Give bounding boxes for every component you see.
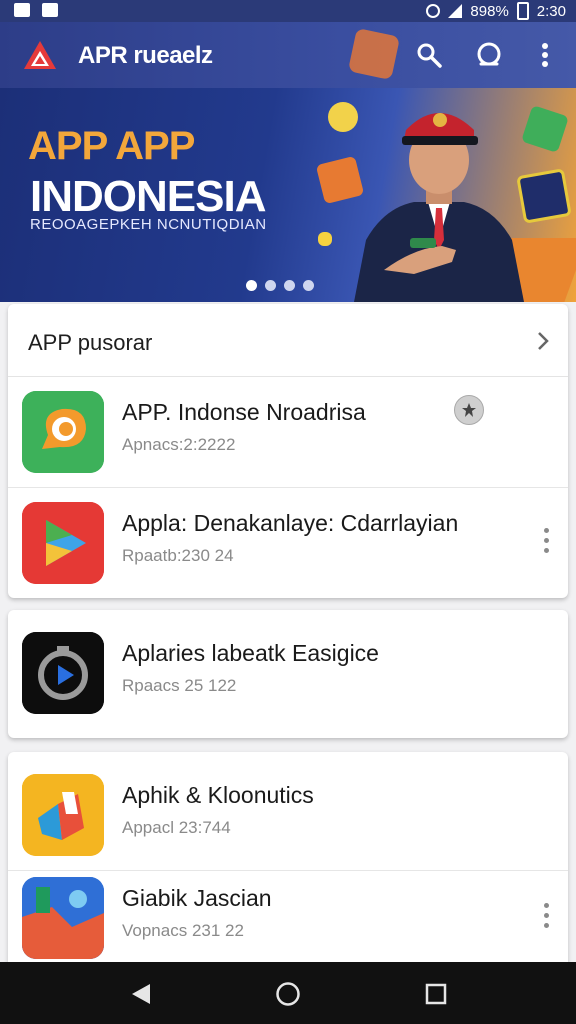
- status-badge[interactable]: [454, 395, 484, 425]
- home-circle-icon: [276, 982, 300, 1006]
- camera-play-icon: [22, 632, 104, 714]
- notification-icons: [14, 3, 58, 17]
- shapes-logo-icon: [22, 774, 104, 856]
- app-list-card: APP pusorar APP. Indonse Nroadrisa Apnac…: [8, 304, 568, 598]
- carousel-dot[interactable]: [246, 280, 257, 291]
- alarm-icon: [426, 4, 441, 18]
- app-title: APR rueaelz: [78, 42, 213, 69]
- banner-person-illustration: [354, 113, 524, 302]
- carousel-indicator[interactable]: [246, 280, 314, 291]
- account-button[interactable]: [474, 40, 504, 70]
- confetti-decoration: [318, 232, 332, 246]
- app-meta: Vopnacs 231 22: [122, 921, 244, 940]
- overflow-menu-button[interactable]: [532, 40, 558, 70]
- section-header[interactable]: APP pusorar: [8, 304, 568, 377]
- maps-style-icon: [22, 877, 104, 959]
- banner-headline-1: APP APP: [28, 124, 195, 168]
- more-vert-icon: [542, 43, 548, 67]
- notification-icon: [14, 3, 30, 17]
- chat-bubble-icon: [22, 391, 104, 473]
- app-name: Aplaries labeatk Easigice: [122, 640, 379, 666]
- app-icon: [22, 502, 104, 584]
- banner-subtitle: REOOAGEPKEH NCNUTIQDIAN: [30, 216, 267, 233]
- decorative-tile: [347, 27, 401, 81]
- carousel-dot[interactable]: [284, 280, 295, 291]
- signal-icon: [448, 4, 463, 18]
- app-list-card: Aplaries labeatk Easigice Rpaacs 25 122: [8, 610, 568, 738]
- app-icon: [22, 391, 104, 473]
- app-list-card: Aphik & Kloonutics Appacl 23:744 Giabik …: [8, 752, 568, 982]
- app-meta: Apnacs:2:2222: [122, 435, 236, 454]
- list-item[interactable]: Giabik Jascian Vopnacs 231 22: [8, 863, 568, 973]
- app-name: Appla: Denakanlaye: Cdarrlayian: [122, 510, 459, 536]
- search-button[interactable]: [414, 40, 444, 70]
- app-bar: APR rueaelz: [0, 22, 576, 88]
- section-title: APP pusorar: [28, 330, 153, 355]
- app-icon: [22, 877, 104, 959]
- app-meta: Rpaatb:230 24: [122, 546, 234, 565]
- battery-icon: [516, 2, 529, 20]
- carousel-dot[interactable]: [265, 280, 276, 291]
- star-badge-icon: [462, 403, 476, 417]
- app-name: Aphik & Kloonutics: [122, 782, 314, 808]
- list-item[interactable]: Aphik & Kloonutics Appacl 23:744: [8, 760, 568, 871]
- app-icon: [22, 632, 104, 714]
- home-button[interactable]: [275, 981, 301, 1007]
- chevron-right-icon: [538, 332, 549, 350]
- carrier-label: 898%: [470, 2, 509, 20]
- search-icon: [417, 43, 442, 68]
- app-meta: Appacl 23:744: [122, 818, 231, 837]
- app-logo-icon: [24, 41, 56, 69]
- banner-headline-2: INDONESIA: [30, 172, 266, 221]
- system-navigation-bar: [0, 962, 576, 1024]
- app-meta: Rpaacs 25 122: [122, 676, 237, 695]
- app-name: Giabik Jascian: [122, 885, 272, 911]
- list-item[interactable]: Aplaries labeatk Easigice Rpaacs 25 122: [8, 618, 568, 728]
- app-name: APP. Indonse Nroadrisa: [122, 399, 366, 425]
- image-notification-icon: [42, 3, 58, 17]
- list-item[interactable]: APP. Indonse Nroadrisa Apnacs:2:2222: [8, 377, 568, 488]
- status-icons: 898% 2:30: [426, 2, 566, 20]
- promo-banner[interactable]: APP APP INDONESIA REOOAGEPKEH NCNUTIQDIA…: [0, 88, 576, 302]
- status-bar: 898% 2:30: [0, 0, 576, 22]
- app-icon: [22, 774, 104, 856]
- recents-button[interactable]: [423, 981, 449, 1007]
- play-store-icon: [22, 502, 104, 584]
- recents-square-icon: [425, 983, 447, 1005]
- clock: 2:30: [536, 2, 566, 20]
- list-item[interactable]: Appla: Denakanlaye: Cdarrlayian Rpaatb:2…: [8, 488, 568, 598]
- more-options-button[interactable]: [544, 528, 550, 553]
- more-options-button[interactable]: [544, 903, 550, 928]
- account-search-icon: [477, 42, 501, 66]
- back-button[interactable]: [128, 981, 154, 1007]
- back-triangle-icon: [132, 984, 150, 1004]
- carousel-dot[interactable]: [303, 280, 314, 291]
